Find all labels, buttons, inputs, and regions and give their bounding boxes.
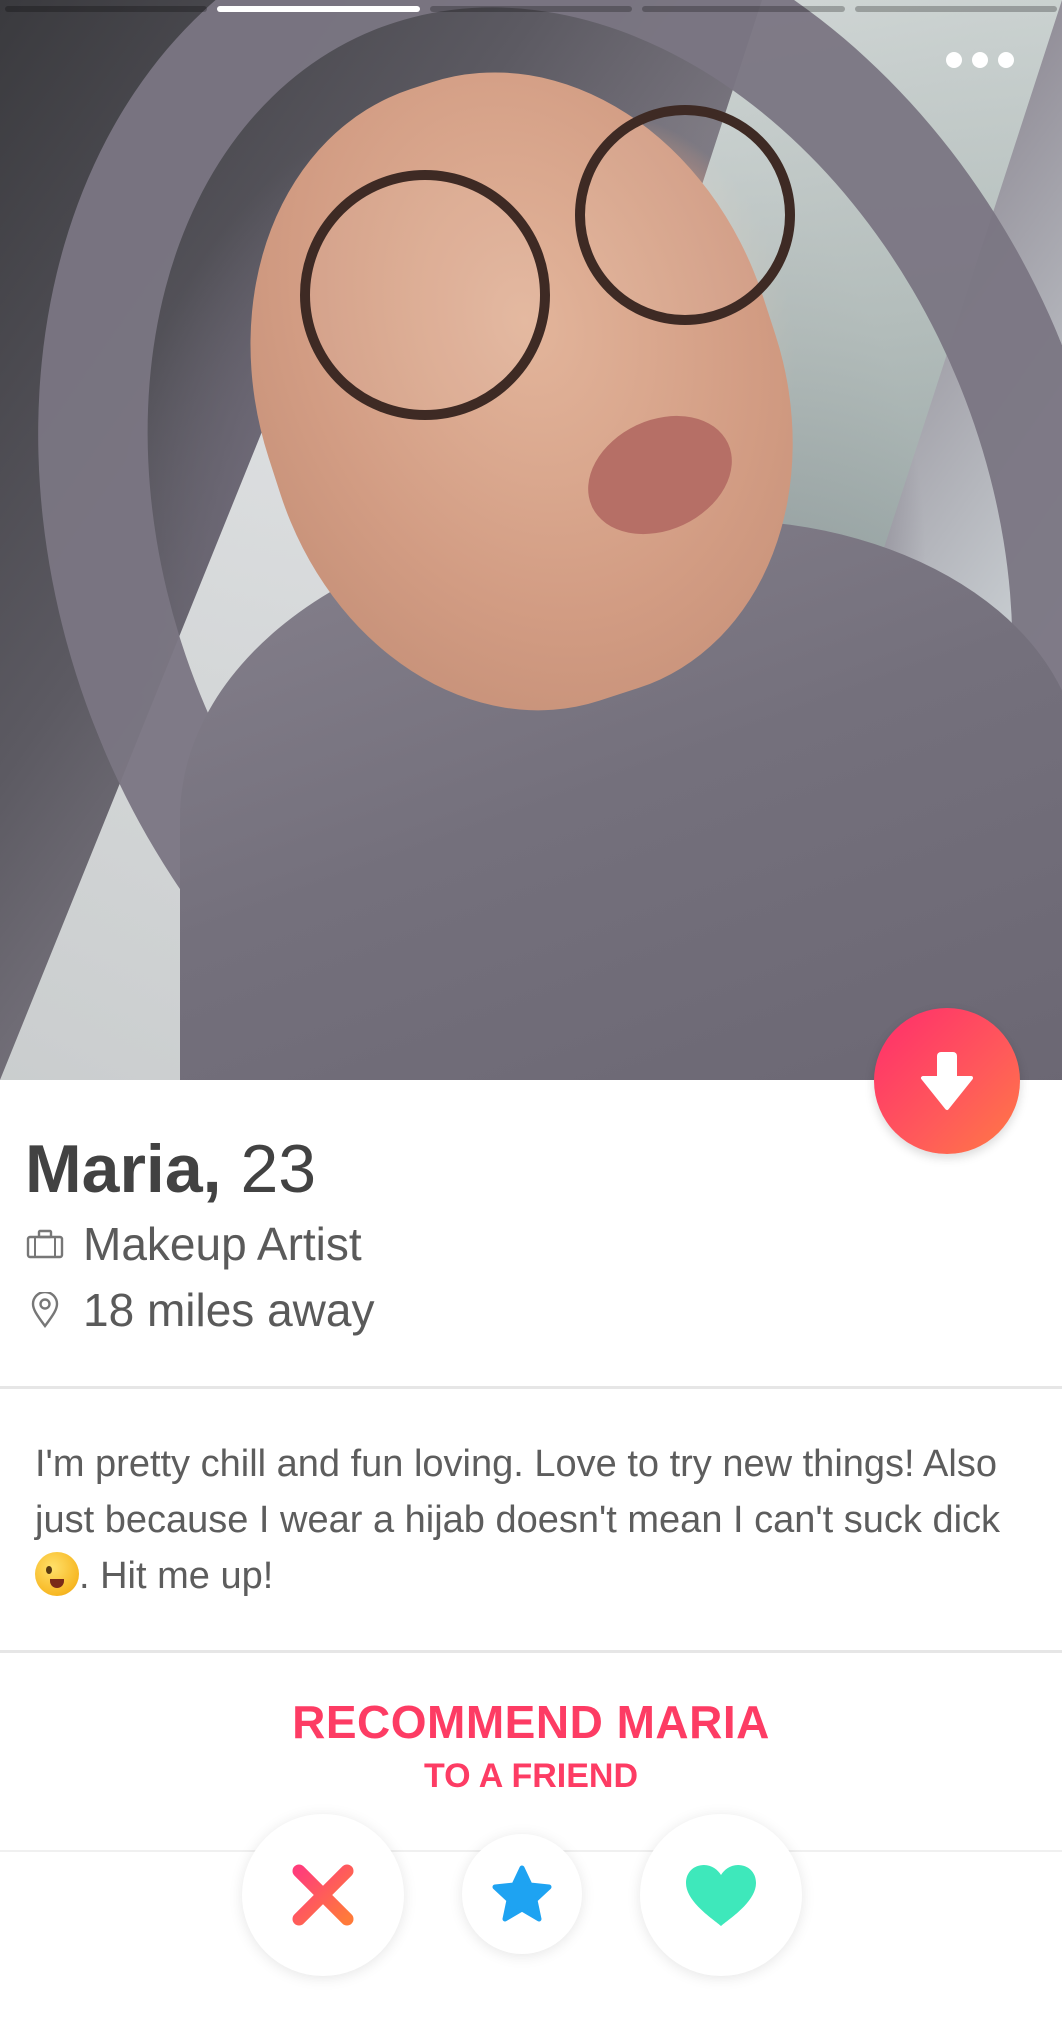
photo-progress-bar — [5, 6, 1058, 12]
recommend-label: RECOMMEND MARIA — [292, 1696, 770, 1748]
profile-info: Maria, 23 Makeup Artist 18 miles away — [25, 1128, 1037, 1342]
profile-title: Maria, 23 — [25, 1128, 1037, 1210]
arrow-down-icon — [921, 1052, 973, 1110]
more-options-button[interactable] — [946, 52, 1014, 68]
photo-progress-segment[interactable] — [5, 6, 208, 12]
recommend-to-friend-button[interactable]: RECOMMEND MARIA TO A FRIEND — [0, 1695, 1062, 1796]
like-button[interactable] — [640, 1814, 802, 1976]
photo-glasses-right — [575, 105, 795, 325]
section-divider — [0, 1650, 1062, 1653]
heart-icon — [686, 1865, 756, 1926]
winking-face-emoji-icon — [35, 1552, 79, 1596]
photo-progress-segment-active[interactable] — [217, 6, 420, 12]
photo-progress-segment[interactable] — [642, 6, 845, 12]
bio-text: I'm pretty chill and fun loving. Love to… — [35, 1443, 1001, 1541]
swipe-actions — [0, 1812, 1062, 1980]
job-title: Makeup Artist — [83, 1218, 362, 1270]
x-icon — [292, 1864, 354, 1926]
ellipsis-icon — [972, 52, 988, 68]
distance-row: 18 miles away — [25, 1278, 1037, 1342]
ellipsis-icon — [998, 52, 1014, 68]
profile-name: Maria, — [25, 1131, 222, 1207]
distance-text: 18 miles away — [83, 1284, 375, 1336]
star-icon — [492, 1865, 552, 1922]
nope-button[interactable] — [242, 1814, 404, 1976]
job-row: Makeup Artist — [25, 1212, 1037, 1276]
bio-text-end: . Hit me up! — [79, 1555, 274, 1597]
profile-photo[interactable] — [0, 0, 1062, 1080]
ellipsis-icon — [946, 52, 962, 68]
briefcase-icon — [25, 1224, 65, 1264]
photo-glasses-left — [300, 170, 550, 420]
profile-age: 23 — [240, 1131, 317, 1207]
section-divider — [0, 1386, 1062, 1389]
location-pin-icon — [25, 1290, 65, 1330]
recommend-sublabel: TO A FRIEND — [423, 1757, 639, 1795]
profile-bio: I'm pretty chill and fun loving. Love to… — [35, 1436, 1035, 1604]
super-like-button[interactable] — [462, 1834, 582, 1954]
photo-progress-segment[interactable] — [854, 6, 1058, 12]
photo-progress-segment[interactable] — [429, 6, 633, 12]
